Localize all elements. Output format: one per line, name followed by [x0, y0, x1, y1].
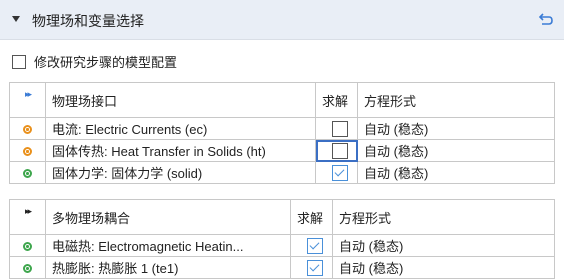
- column-header-interface[interactable]: 物理场接口: [45, 82, 316, 118]
- column-header-solve[interactable]: 求解: [290, 199, 333, 235]
- reset-icon[interactable]: [536, 11, 554, 29]
- equation-form[interactable]: 自动 (稳态): [332, 234, 555, 257]
- interface-name: 固体传热: Heat Transfer in Solids (ht): [45, 139, 316, 162]
- table-row[interactable]: 热膨胀: 热膨胀 1 (te1) 自动 (稳态): [9, 256, 555, 279]
- status-warning-icon: [23, 125, 32, 135]
- table-row[interactable]: 固体传热: Heat Transfer in Solids (ht) 自动 (稳…: [9, 139, 555, 162]
- solve-checkbox[interactable]: [306, 259, 323, 276]
- section-title: 物理场和变量选择: [32, 13, 144, 29]
- physics-header-row: ▸▸ 物理场接口 求解 方程形式: [9, 82, 555, 118]
- status-ok-icon: [23, 242, 32, 252]
- multiphysics-couplings-table: ▸▸ 多物理场耦合 求解 方程形式 电磁热: Electromagnetic H…: [9, 199, 555, 279]
- solve-checkbox[interactable]: [331, 120, 348, 137]
- interface-name: 固体力学: 固体力学 (solid): [45, 161, 316, 184]
- table-row[interactable]: 固体力学: 固体力学 (solid) 自动 (稳态): [9, 161, 555, 184]
- expand-cell[interactable]: ▸▸: [9, 199, 46, 235]
- status-ok-icon: [23, 264, 32, 274]
- multiphysics-header-row: ▸▸ 多物理场耦合 求解 方程形式: [9, 199, 555, 235]
- status-warning-icon: [23, 147, 32, 157]
- column-header-coupling[interactable]: 多物理场耦合: [45, 199, 291, 235]
- status-ok-icon: [23, 169, 32, 179]
- coupling-name: 热膨胀: 热膨胀 1 (te1): [45, 256, 291, 279]
- equation-form[interactable]: 自动 (稳态): [357, 117, 555, 140]
- section-header[interactable]: 物理场和变量选择: [0, 0, 564, 40]
- modify-config-label: 修改研究步骤的模型配置: [34, 55, 178, 70]
- expand-cell[interactable]: ▸▸: [9, 82, 46, 118]
- column-header-form[interactable]: 方程形式: [357, 82, 555, 118]
- coupling-name: 电磁热: Electromagnetic Heatin...: [45, 234, 291, 257]
- interface-name: 电流: Electric Currents (ec): [45, 117, 316, 140]
- modify-config-checkbox[interactable]: [12, 54, 26, 69]
- equation-form[interactable]: 自动 (稳态): [357, 161, 555, 184]
- modify-config-option[interactable]: 修改研究步骤的模型配置: [12, 52, 177, 71]
- expand-icon[interactable]: ▸▸: [25, 206, 32, 216]
- column-header-solve[interactable]: 求解: [315, 82, 358, 118]
- expand-icon[interactable]: ▸▸: [25, 89, 32, 99]
- physics-interfaces-table: ▸▸ 物理场接口 求解 方程形式 电流: Electric Currents (…: [9, 82, 555, 184]
- column-header-form[interactable]: 方程形式: [332, 199, 555, 235]
- solve-checkbox[interactable]: [331, 164, 348, 181]
- equation-form[interactable]: 自动 (稳态): [332, 256, 555, 279]
- table-row[interactable]: 电流: Electric Currents (ec) 自动 (稳态): [9, 117, 555, 140]
- equation-form[interactable]: 自动 (稳态): [357, 139, 555, 162]
- collapse-arrow-icon[interactable]: [12, 16, 20, 22]
- solve-checkbox[interactable]: [331, 142, 348, 159]
- solve-checkbox[interactable]: [306, 237, 323, 254]
- table-row[interactable]: 电磁热: Electromagnetic Heatin... 自动 (稳态): [9, 234, 555, 257]
